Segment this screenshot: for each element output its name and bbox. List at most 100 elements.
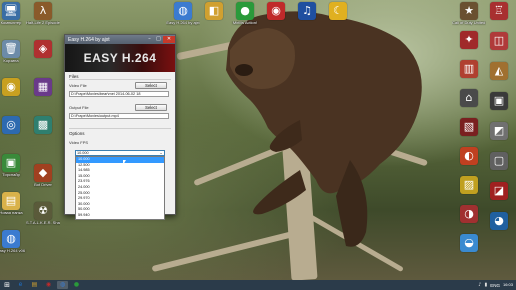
app-icon: ◪ bbox=[490, 182, 508, 200]
recorder-icon[interactable]: ● bbox=[71, 281, 82, 289]
desktop-shortcut[interactable]: ▩ bbox=[26, 116, 60, 134]
desktop-shortcut[interactable]: ◐ bbox=[452, 147, 486, 165]
desktop-shortcut[interactable]: ◈ bbox=[26, 40, 60, 58]
desktop-shortcut-label: Easy H.264 v06 bbox=[0, 249, 26, 253]
ie-icon[interactable]: e bbox=[15, 281, 26, 289]
computer-icon: 🖥 bbox=[2, 2, 20, 20]
start-button[interactable]: ⊞ bbox=[2, 281, 12, 289]
desktop-shortcut-label: Easy H.264 by ajxt bbox=[166, 21, 200, 25]
desktop-shortcut-label: Mirillis Action! bbox=[232, 21, 258, 25]
app-icon: ☾ bbox=[329, 2, 347, 20]
maximize-button[interactable]: □ bbox=[154, 36, 163, 43]
output-select-button[interactable]: Select bbox=[135, 104, 167, 111]
desktop-shortcut[interactable]: ◕ bbox=[482, 212, 516, 230]
taskbar: ⊞ e ▤ ◉ ◍ ● ♪ ▮ ENG 16:03 bbox=[0, 280, 516, 290]
desktop-shortcut[interactable]: ✦ bbox=[452, 31, 486, 49]
media-icon: ♫ bbox=[298, 2, 316, 20]
desktop-shortcut[interactable]: ▥ bbox=[452, 60, 486, 78]
desktop-shortcut-label: Тирснайр bbox=[2, 173, 20, 177]
app-icon: ▣ bbox=[2, 154, 20, 172]
desktop-shortcut[interactable]: λ Half-Life 2 Episode... bbox=[26, 2, 60, 26]
explorer-icon[interactable]: ▤ bbox=[29, 281, 40, 289]
desktop-shortcut-label: Call of Duty United Offen... bbox=[452, 21, 486, 25]
desktop-shortcut[interactable]: ▧ bbox=[452, 118, 486, 136]
easy-h264-icon[interactable]: ◍ bbox=[57, 281, 68, 289]
desktop-shortcut[interactable]: ▣ Тирснайр bbox=[0, 154, 28, 178]
desktop-shortcut[interactable]: ◪ bbox=[482, 182, 516, 200]
video-file-input[interactable]: D:\Frape\Movies\bear\mei 2014-06-02 18 bbox=[69, 91, 169, 97]
desktop-shortcut[interactable]: ◒ bbox=[452, 234, 486, 252]
desktop-shortcut[interactable]: ★Call of Duty United Offen... bbox=[452, 2, 486, 26]
app-icon: ◎ bbox=[2, 116, 20, 134]
app-icon[interactable]: ◉ bbox=[43, 281, 54, 289]
app-banner: EASY H.264 bbox=[65, 44, 175, 72]
desktop-shortcut[interactable]: ◩ bbox=[482, 122, 516, 140]
system-tray: ♪ ▮ ENG 16:03 bbox=[478, 282, 516, 288]
desktop-shortcut[interactable]: ▦ bbox=[26, 78, 60, 96]
desktop-shortcut-label: Bot Driver bbox=[34, 183, 52, 187]
language-indicator[interactable]: ENG bbox=[490, 283, 500, 288]
desktop-shortcut[interactable]: ◭ bbox=[482, 62, 516, 80]
window-titlebar[interactable]: Easy H.264 by ajxt – □ ✕ bbox=[65, 35, 175, 44]
desktop-shortcut[interactable]: ● Mirillis Action! bbox=[228, 2, 262, 26]
desktop-shortcut[interactable]: ◍Easy H.264 v06 bbox=[0, 230, 28, 254]
app-icon: ♖ bbox=[490, 2, 508, 20]
app-icon: ◭ bbox=[490, 62, 508, 80]
easy-h264-icon: ◍ bbox=[174, 2, 192, 20]
mouse-cursor bbox=[123, 160, 126, 165]
volume-icon[interactable]: ♪ bbox=[478, 282, 481, 288]
desktop-shortcut[interactable]: 🗑 Корзина bbox=[0, 40, 28, 64]
app-icon: ▧ bbox=[460, 118, 478, 136]
divider bbox=[69, 128, 171, 129]
fps-dropdown-list[interactable]: 10.000 12.500 14.985 15.000 23.976 24.000 25.0… bbox=[75, 156, 165, 220]
desktop-shortcut[interactable]: ☾ bbox=[321, 2, 355, 20]
game-icon: ☢ bbox=[34, 202, 52, 220]
output-file-input[interactable]: D:\Frape\Movies\output.mp4 bbox=[69, 113, 169, 119]
desktop-shortcut[interactable]: ▨ bbox=[452, 176, 486, 194]
desktop-shortcut[interactable]: ◫ bbox=[482, 32, 516, 50]
desktop-shortcut[interactable]: ▢ bbox=[482, 152, 516, 170]
game-icon: ★ bbox=[460, 2, 478, 20]
app-icon: ▦ bbox=[34, 78, 52, 96]
app-icon: ▩ bbox=[34, 116, 52, 134]
app-icon: ⌂ bbox=[460, 89, 478, 107]
close-button[interactable]: ✕ bbox=[163, 36, 175, 43]
desktop-shortcut[interactable]: ⌂ bbox=[452, 89, 486, 107]
folder-icon: ▤ bbox=[2, 192, 20, 210]
window-title: Easy H.264 by ajxt bbox=[68, 36, 110, 43]
clock[interactable]: 16:03 bbox=[503, 282, 513, 288]
app-icon: ▢ bbox=[490, 152, 508, 170]
fps-option[interactable]: 59.940 bbox=[76, 213, 164, 219]
desktop-shortcut-label: Half-Life 2 Episode... bbox=[26, 21, 60, 25]
desktop-shortcut[interactable]: ◎ bbox=[0, 116, 28, 134]
easy-h264-window[interactable]: Easy H.264 by ajxt – □ ✕ EASY H.264 File… bbox=[64, 34, 176, 220]
options-group: Options Video FPS bbox=[69, 131, 171, 145]
desktop-shortcut[interactable]: ◆ Bot Driver bbox=[26, 164, 60, 188]
desktop-shortcut[interactable]: ♫ bbox=[290, 2, 324, 20]
app-icon: ◑ bbox=[460, 205, 478, 223]
minimize-button[interactable]: – bbox=[145, 36, 154, 43]
desktop-shortcut[interactable]: 🖥 Компьютер bbox=[0, 2, 28, 26]
desktop-shortcut[interactable]: ♖ bbox=[482, 2, 516, 20]
network-icon[interactable]: ▮ bbox=[484, 282, 487, 288]
desktop-shortcut[interactable]: ◧ bbox=[197, 2, 231, 20]
desktop-shortcut[interactable]: ◍ Easy H.264 by ajxt bbox=[166, 2, 200, 26]
recycle-bin-icon: 🗑 bbox=[2, 40, 20, 58]
app-icon: ◫ bbox=[490, 32, 508, 50]
app-icon: ▣ bbox=[490, 92, 508, 110]
desktop-shortcut[interactable]: ◑ bbox=[452, 205, 486, 223]
desktop-shortcut-label: S.T.A.L.K.E.R. Shadow of... bbox=[26, 221, 60, 225]
desktop-shortcut[interactable]: ◉ bbox=[0, 78, 28, 96]
desktop-shortcut[interactable]: ☢S.T.A.L.K.E.R. Shadow of... bbox=[26, 202, 60, 226]
app-icon: ◒ bbox=[460, 234, 478, 252]
desktop-shortcut-label: Новая папка bbox=[0, 211, 23, 215]
desktop-shortcut[interactable]: ◉ bbox=[259, 2, 293, 20]
video-file-row: Video File Select D:\Frape\Movies\bear\m… bbox=[69, 82, 171, 97]
desktop-shortcut[interactable]: ▣ bbox=[482, 92, 516, 110]
game-icon: λ bbox=[34, 2, 52, 20]
desktop-shortcut[interactable]: ▤ Новая папка bbox=[0, 192, 28, 216]
chevron-down-icon[interactable]: ⌄ bbox=[158, 151, 164, 155]
app-icon: ◆ bbox=[34, 164, 52, 182]
options-group-title: Options bbox=[69, 131, 85, 136]
video-select-button[interactable]: Select bbox=[135, 82, 167, 89]
